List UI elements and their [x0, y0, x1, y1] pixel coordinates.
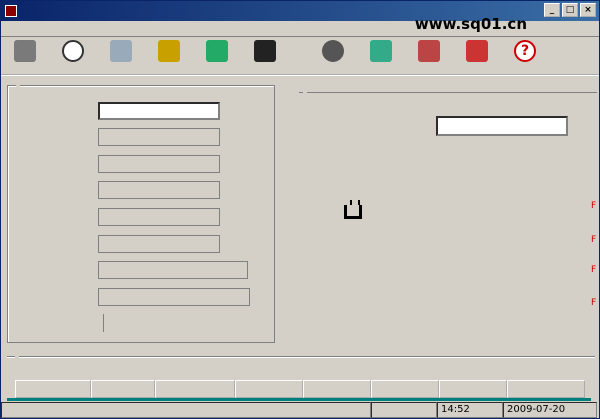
status-message [1, 402, 371, 418]
close-button[interactable]: × [580, 3, 596, 17]
borrow-title [303, 85, 307, 99]
red-marker-3: F [591, 265, 597, 275]
red-marker-2: F [591, 235, 597, 245]
menu-window[interactable] [51, 22, 63, 36]
col-borrower[interactable] [91, 380, 155, 398]
menu-help[interactable] [63, 22, 75, 36]
edit-button[interactable] [193, 38, 241, 76]
return-icon [466, 40, 488, 62]
book-icon [418, 40, 440, 62]
department-field [98, 208, 220, 226]
menu-manage[interactable] [27, 22, 39, 36]
col-price[interactable] [303, 380, 371, 398]
add-icon [158, 40, 180, 62]
backup-button[interactable] [1, 38, 49, 76]
basic-info-group [7, 78, 275, 343]
job-title-field [98, 235, 220, 253]
return-button[interactable] [453, 38, 501, 76]
phone-field [98, 261, 248, 279]
table-scrollbar[interactable] [7, 398, 591, 401]
category-icon [110, 40, 132, 62]
reader-icon [322, 40, 344, 62]
book-button[interactable] [405, 38, 453, 76]
app-icon [5, 5, 17, 17]
help-button[interactable]: ? [501, 38, 549, 76]
toolbar: ? [1, 38, 599, 76]
search-icon [254, 40, 276, 62]
card-type-field [98, 128, 220, 146]
reader-button[interactable] [309, 38, 357, 76]
name-field [98, 155, 220, 173]
search-button[interactable] [241, 38, 289, 76]
clear-icon [370, 40, 392, 62]
borrowed-table-header [15, 380, 585, 398]
status-date: 2009-07-20 [503, 402, 597, 418]
menu-query[interactable] [39, 22, 51, 36]
add-button[interactable] [145, 38, 193, 76]
category-button[interactable] [97, 38, 145, 76]
app-window: _ □ × www.sq01.cn ? F F F F 14:52 2009-0… [0, 0, 600, 419]
col-book-title[interactable] [235, 380, 303, 398]
red-marker-4: F [591, 298, 597, 308]
status-time: 14:52 [437, 402, 503, 418]
borrow-rule [299, 92, 597, 93]
book-number-input[interactable] [436, 116, 568, 136]
class-field [98, 181, 220, 199]
shift-button[interactable] [49, 38, 97, 76]
clock-icon [62, 40, 84, 62]
col-category[interactable] [371, 380, 439, 398]
clear-button[interactable] [357, 38, 405, 76]
status-caps [371, 402, 437, 418]
edit-icon [206, 40, 228, 62]
borrowed-title [15, 348, 19, 362]
col-card-number[interactable] [15, 380, 91, 398]
menu-system[interactable] [3, 22, 15, 36]
col-book-number[interactable] [155, 380, 235, 398]
col-publisher[interactable] [439, 380, 507, 398]
red-marker-1: F [591, 201, 597, 211]
minimize-button[interactable]: _ [544, 3, 560, 17]
card-number-input[interactable] [98, 102, 220, 120]
address-field [98, 288, 250, 306]
status-bar: 14:52 2009-07-20 [1, 402, 599, 418]
maximize-button[interactable]: □ [562, 3, 578, 17]
borrowed-rule [7, 356, 595, 358]
help-icon: ? [514, 40, 536, 62]
total-divider [103, 314, 104, 332]
backup-icon [14, 40, 36, 62]
watermark: www.sq01.cn [414, 15, 527, 33]
col-borrow-date[interactable] [507, 380, 585, 398]
basic-info-title [16, 78, 20, 92]
menu-settings[interactable] [15, 22, 27, 36]
plug-icon [344, 200, 362, 219]
